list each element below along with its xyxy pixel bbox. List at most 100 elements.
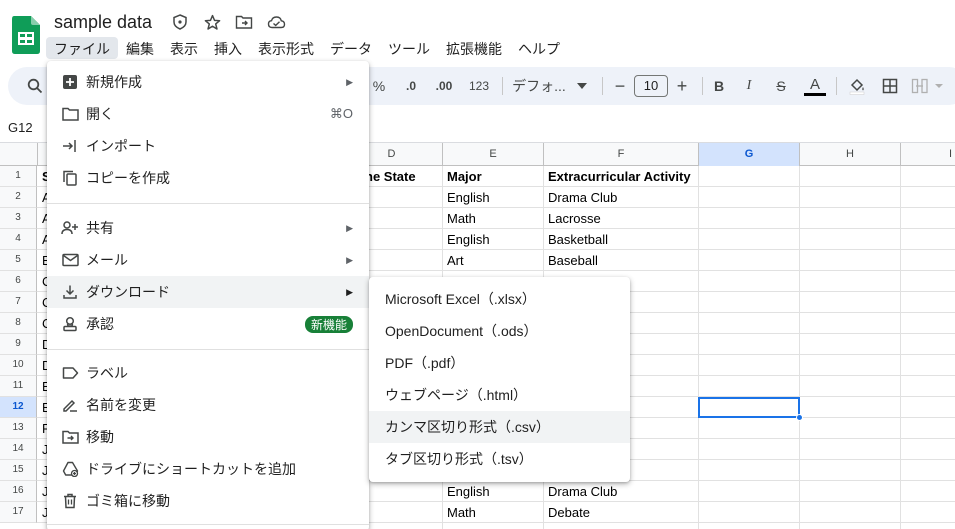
menu-edit[interactable]: 編集	[118, 37, 162, 59]
cell-a-fragment[interactable]: E	[38, 397, 47, 418]
download-option-tsv[interactable]: タブ区切り形式（.tsv）	[369, 443, 630, 475]
selected-cell-g12[interactable]	[698, 397, 800, 418]
row-header[interactable]: 4	[0, 229, 37, 250]
shield-icon[interactable]	[170, 12, 190, 32]
cell-major[interactable]: English	[443, 481, 543, 502]
download-option-ods[interactable]: OpenDocument（.ods）	[369, 315, 630, 347]
cell-activity[interactable]: Lacrosse	[544, 208, 699, 229]
row-header-selected[interactable]: 12	[0, 397, 37, 418]
menu-item-rename[interactable]: 名前を変更	[47, 389, 369, 421]
cell-a-fragment[interactable]: J	[38, 481, 47, 502]
strikethrough-button[interactable]: S	[770, 67, 792, 105]
row-header[interactable]: 10	[0, 355, 37, 376]
menu-view[interactable]: 表示	[162, 37, 206, 59]
download-option-html[interactable]: ウェブページ（.html）	[369, 379, 630, 411]
cell-a-fragment[interactable]: E	[38, 376, 47, 397]
cell-a-fragment[interactable]: J	[38, 460, 47, 481]
chevron-down-icon[interactable]	[574, 67, 590, 105]
row-header[interactable]: 2	[0, 187, 37, 208]
menu-item-trash[interactable]: ゴミ箱に移動	[47, 485, 369, 517]
cell-activity[interactable]: Debate	[544, 502, 699, 523]
font-size-input[interactable]: 10	[634, 75, 668, 97]
menu-item-move[interactable]: 移動	[47, 421, 369, 453]
italic-button[interactable]: I	[738, 67, 760, 105]
fill-color-icon[interactable]	[844, 67, 870, 105]
cell-major[interactable]: English	[443, 187, 543, 208]
row-header[interactable]: 11	[0, 376, 37, 397]
cell-a-fragment[interactable]: A	[38, 208, 47, 229]
cell-a-fragment[interactable]: E	[38, 250, 47, 271]
download-option-pdf[interactable]: PDF（.pdf）	[369, 347, 630, 379]
borders-icon[interactable]	[878, 67, 902, 105]
menu-file[interactable]: ファイル	[46, 37, 118, 59]
row-header[interactable]: 9	[0, 334, 37, 355]
cell-major[interactable]: Math	[443, 208, 543, 229]
row-header[interactable]: 8	[0, 313, 37, 334]
row-header[interactable]: 6	[0, 271, 37, 292]
download-option-csv[interactable]: カンマ区切り形式（.csv）	[369, 411, 630, 443]
menu-item-make-copy[interactable]: コピーを作成	[47, 162, 369, 194]
cell-f1-activity-header[interactable]: Extracurricular Activity	[544, 166, 699, 187]
menu-item-open[interactable]: 開く ⌘O	[47, 98, 369, 130]
cell-a-fragment[interactable]: D	[38, 334, 47, 355]
menu-item-download[interactable]: ダウンロード ▶	[47, 276, 369, 308]
fill-handle[interactable]	[796, 414, 803, 421]
cell-a-fragment[interactable]: D	[38, 355, 47, 376]
sheets-logo-icon[interactable]	[12, 16, 40, 54]
menu-extensions[interactable]: 拡張機能	[438, 37, 510, 59]
cell-a-fragment[interactable]: J	[38, 439, 47, 460]
menu-item-labels[interactable]: ラベル	[47, 357, 369, 389]
row-header[interactable]: 16	[0, 481, 37, 502]
cell-d1-fragment[interactable]: ne State	[365, 166, 443, 187]
select-all-corner[interactable]	[0, 143, 38, 166]
row-header[interactable]: 3	[0, 208, 37, 229]
cell-a-fragment[interactable]: A	[38, 187, 47, 208]
download-option-xlsx[interactable]: Microsoft Excel（.xlsx）	[369, 283, 630, 315]
row-header[interactable]: 14	[0, 439, 37, 460]
row-header[interactable]: 17	[0, 502, 37, 523]
document-title[interactable]: sample data	[54, 12, 152, 33]
menu-tools[interactable]: ツール	[380, 37, 438, 59]
column-header-i[interactable]: I	[901, 143, 955, 166]
menu-item-approvals[interactable]: 承認 新機能	[47, 308, 369, 340]
cloud-saved-icon[interactable]	[266, 12, 286, 32]
cell-a-fragment[interactable]: F	[38, 418, 47, 439]
font-family-select[interactable]: デフォ...	[510, 67, 568, 105]
merge-cells-icon[interactable]	[910, 67, 946, 105]
row-header[interactable]: 1	[0, 166, 37, 187]
cell-a-fragment[interactable]: S	[38, 166, 47, 187]
menu-item-add-shortcut[interactable]: ドライブにショートカットを追加	[47, 453, 369, 485]
menu-item-new[interactable]: 新規作成 ▶	[47, 66, 369, 98]
menu-item-share[interactable]: 共有 ▶	[47, 212, 369, 244]
menu-item-import[interactable]: インポート	[47, 130, 369, 162]
decrease-font-size-button[interactable]: −	[610, 67, 630, 105]
move-folder-icon[interactable]	[234, 12, 254, 32]
bold-button[interactable]: B	[708, 67, 730, 105]
menu-data[interactable]: データ	[322, 37, 380, 59]
cell-e1-major-header[interactable]: Major	[443, 166, 543, 187]
column-header-g[interactable]: G	[699, 143, 800, 166]
number-format-button[interactable]: 123	[464, 67, 494, 105]
cell-activity[interactable]: Baseball	[544, 250, 699, 271]
search-menus-icon[interactable]	[22, 67, 48, 105]
cell-activity[interactable]: Drama Club	[544, 481, 699, 502]
cell-activity[interactable]: Basketball	[544, 229, 699, 250]
percent-format-button[interactable]: %	[368, 67, 390, 105]
column-header-e[interactable]: E	[443, 143, 544, 166]
decrease-decimal-button[interactable]: .0	[398, 67, 424, 105]
cell-a-fragment[interactable]: J	[38, 502, 47, 523]
increase-decimal-button[interactable]: .00	[428, 67, 460, 105]
row-header[interactable]: 5	[0, 250, 37, 271]
menu-format[interactable]: 表示形式	[250, 37, 322, 59]
menu-insert[interactable]: 挿入	[206, 37, 250, 59]
menu-item-email[interactable]: メール ▶	[47, 244, 369, 276]
row-header[interactable]: 15	[0, 460, 37, 481]
cell-major[interactable]: English	[443, 229, 543, 250]
cell-a-fragment[interactable]: C	[38, 271, 47, 292]
cell-activity[interactable]: Drama Club	[544, 187, 699, 208]
row-header[interactable]: 7	[0, 292, 37, 313]
star-icon[interactable]	[202, 12, 222, 32]
cell-major[interactable]: Art	[443, 250, 543, 271]
text-color-button[interactable]: A	[803, 67, 827, 105]
increase-font-size-button[interactable]: +	[672, 67, 692, 105]
